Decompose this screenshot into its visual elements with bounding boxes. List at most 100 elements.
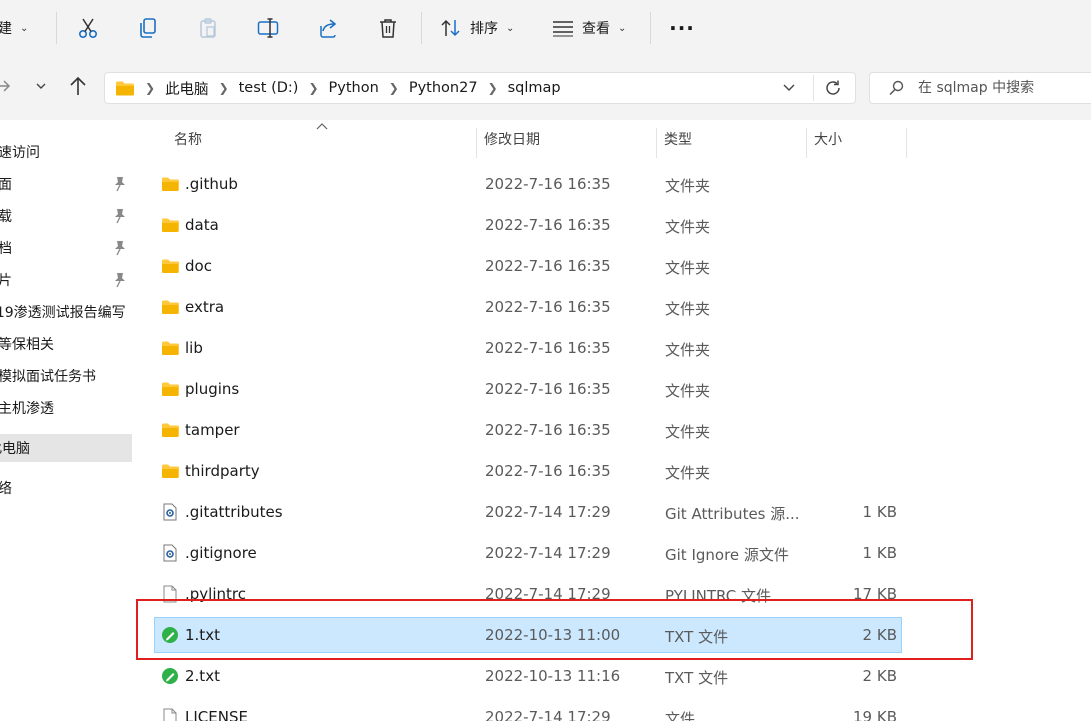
- file-name: tamper: [185, 421, 240, 439]
- green-check-file-icon: [161, 626, 179, 644]
- column-header-size[interactable]: 大小: [814, 120, 904, 158]
- search-box[interactable]: [869, 72, 1091, 104]
- folder-icon: [161, 421, 179, 439]
- file-name: .github: [185, 175, 238, 193]
- sort-button[interactable]: 排序 ⌄: [440, 14, 514, 42]
- view-list-icon: [553, 21, 573, 37]
- sidebar-item-host-pentest[interactable]: 主机渗透: [0, 394, 132, 422]
- file-row[interactable]: .github 2022-7-16 16:35 文件夹: [154, 166, 902, 202]
- file-date: 2022-7-16 16:35: [485, 339, 611, 357]
- breadcrumb-item[interactable]: 此电脑: [165, 78, 209, 99]
- column-divider[interactable]: [906, 128, 907, 158]
- file-name: .gitignore: [185, 544, 257, 562]
- sidebar-item-network[interactable]: 网络: [0, 474, 118, 502]
- arrow-up-icon: [70, 76, 86, 95]
- file-row[interactable]: .pylintrc 2022-7-14 17:29 PYLINTRC 文件 17 KB: [154, 576, 902, 612]
- file-name: data: [185, 216, 219, 234]
- toolbar-divider: [56, 12, 57, 44]
- view-label: 查看: [582, 21, 610, 37]
- file-type: 文件夹: [665, 300, 711, 318]
- sidebar-item-compliance[interactable]: 等保相关: [0, 330, 132, 358]
- recent-locations-button[interactable]: [29, 74, 53, 98]
- blank-file-icon: [161, 708, 179, 721]
- file-name: doc: [185, 257, 212, 275]
- up-button[interactable]: [66, 74, 90, 98]
- search-icon: [888, 80, 904, 96]
- file-date: 2022-7-16 16:35: [485, 175, 611, 193]
- sidebar-item-mock-interview[interactable]: 模拟面试任务书: [0, 362, 132, 390]
- file-row[interactable]: 1.txt 2022-10-13 11:00 TXT 文件 2 KB: [154, 617, 902, 653]
- sidebar-item-desktop[interactable]: 桌面: [0, 170, 125, 198]
- blank-file-icon: [161, 585, 179, 603]
- file-row[interactable]: .gitattributes 2022-7-14 17:29 Git Attribu…: [154, 494, 902, 530]
- address-divider: [813, 75, 814, 101]
- new-button[interactable]: 新建 ⌄: [0, 14, 28, 42]
- breadcrumb-item[interactable]: Python27: [409, 80, 478, 96]
- file-row[interactable]: lib 2022-7-16 16:35 文件夹: [154, 330, 902, 366]
- file-date: 2022-7-16 16:35: [485, 216, 611, 234]
- column-divider[interactable]: [806, 128, 807, 158]
- file-size: 1 KB: [862, 544, 897, 562]
- file-date: 2022-10-13 11:16: [485, 667, 621, 685]
- file-row[interactable]: LICENSE 2022-7-14 17:29 文件 19 KB: [154, 699, 902, 721]
- breadcrumb-item[interactable]: test (D:): [239, 80, 299, 96]
- delete-button[interactable]: [372, 12, 404, 44]
- sidebar-item-label: 此电脑: [0, 441, 30, 457]
- file-row[interactable]: 2.txt 2022-10-13 11:16 TXT 文件 2 KB: [154, 658, 902, 694]
- sidebar-item-quick-access[interactable]: 快速访问: [0, 138, 118, 166]
- chevron-right-icon: ❯: [218, 81, 229, 95]
- sidebar-item-label: 文档: [0, 241, 12, 257]
- rename-button[interactable]: [252, 12, 284, 44]
- address-history-button[interactable]: [777, 76, 801, 100]
- address-bar[interactable]: ❯ 此电脑 ❯ test (D:) ❯ Python ❯ Python27 ❯ …: [104, 72, 856, 104]
- column-header-date[interactable]: 修改日期: [484, 120, 654, 158]
- file-row[interactable]: doc 2022-7-16 16:35 文件夹: [154, 248, 902, 284]
- copy-button[interactable]: [132, 12, 164, 44]
- refresh-button[interactable]: [821, 76, 845, 100]
- column-header-label: 名称: [174, 132, 202, 148]
- paste-button[interactable]: [192, 12, 224, 44]
- refresh-icon: [826, 80, 840, 95]
- file-row[interactable]: .gitignore 2022-7-14 17:29 Git Ignore 源文件 1…: [154, 535, 902, 571]
- file-date: 2022-7-16 16:35: [485, 298, 611, 316]
- column-divider[interactable]: [656, 128, 657, 158]
- sidebar-item-label: 等保相关: [0, 337, 54, 353]
- share-button[interactable]: [312, 12, 344, 44]
- gear-file-icon: [161, 503, 179, 521]
- breadcrumb-item[interactable]: Python: [329, 80, 379, 96]
- view-button[interactable]: 查看 ⌄: [552, 14, 626, 42]
- file-row[interactable]: tamper 2022-7-16 16:35 文件夹: [154, 412, 902, 448]
- file-row[interactable]: thirdparty 2022-7-16 16:35 文件夹: [154, 453, 902, 489]
- column-header-label: 类型: [664, 132, 692, 148]
- copy-icon: [140, 18, 156, 38]
- breadcrumb-item[interactable]: sqlmap: [508, 80, 561, 96]
- file-row[interactable]: data 2022-7-16 16:35 文件夹: [154, 207, 902, 243]
- folder-icon: [161, 175, 179, 193]
- arrow-right-icon: [0, 80, 11, 92]
- file-type: PYLINTRC 文件: [665, 587, 771, 605]
- new-label: 新建: [0, 21, 12, 37]
- pin-icon: [115, 209, 125, 224]
- file-date: 2022-10-13 11:00: [485, 626, 621, 644]
- sidebar-item-label: 桌面: [0, 177, 12, 193]
- chevron-down-icon: ⌄: [20, 22, 29, 34]
- sidebar-item-downloads[interactable]: 下载: [0, 202, 125, 230]
- file-name: thirdparty: [185, 462, 260, 480]
- column-divider[interactable]: [476, 128, 477, 158]
- sidebar-item-pictures[interactable]: 图片: [0, 266, 125, 294]
- column-header-type[interactable]: 类型: [664, 120, 804, 158]
- sidebar-item-this-pc[interactable]: 此电脑: [0, 434, 132, 462]
- cut-button[interactable]: [72, 12, 104, 44]
- file-row[interactable]: plugins 2022-7-16 16:35 文件夹: [154, 371, 902, 407]
- more-options-button[interactable]: ···: [668, 14, 696, 42]
- sidebar-item-documents[interactable]: 文档: [0, 234, 125, 262]
- forward-button[interactable]: [0, 74, 16, 98]
- file-type: 文件夹: [665, 218, 711, 236]
- sidebar-item-label: 网络: [0, 481, 12, 497]
- file-row[interactable]: extra 2022-7-16 16:35 文件夹: [154, 289, 902, 325]
- rename-icon: [257, 18, 279, 38]
- sidebar-item-label: 2019渗透测试报告编写: [0, 305, 126, 321]
- sidebar-item-pentest-report[interactable]: 2019渗透测试报告编写: [0, 298, 126, 326]
- sort-icon: [441, 19, 460, 37]
- search-input[interactable]: [916, 79, 1091, 97]
